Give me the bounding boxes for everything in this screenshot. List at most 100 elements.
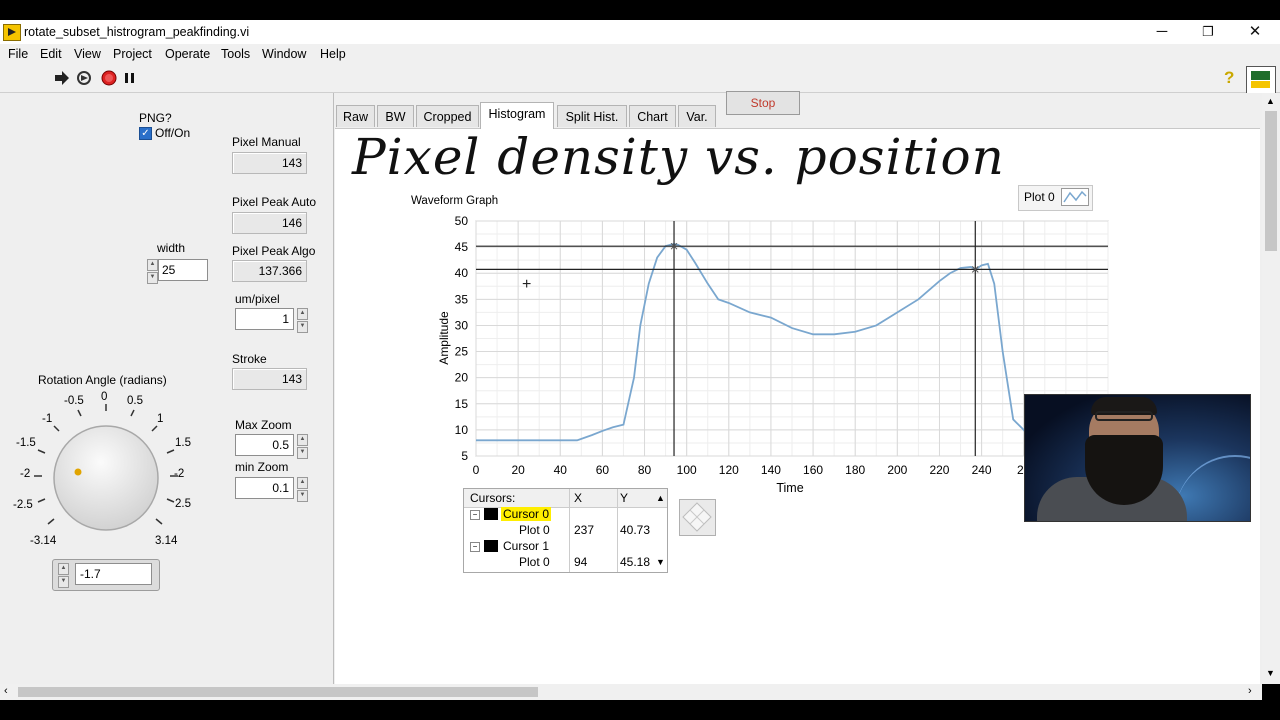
tab-bw[interactable]: BW (377, 105, 414, 127)
png-label: PNG? (139, 111, 172, 125)
scroll-right-icon[interactable]: › (1248, 685, 1252, 697)
x-tick-label: 40 (554, 463, 568, 477)
close-button[interactable]: ✕ (1232, 21, 1278, 43)
y-tick-label: 45 (455, 240, 469, 254)
title-bar: rotate_subset_histrogram_peakfinding.vi … (0, 20, 1280, 44)
menu-help[interactable]: Help (320, 47, 346, 61)
dial-tick-label: 0 (101, 391, 108, 403)
x-tick-label: 200 (887, 463, 907, 477)
min-zoom-stepper[interactable]: ▲ ▼ (297, 477, 308, 502)
vi-connector-icon[interactable] (1246, 66, 1276, 94)
cursor-0-y: 40.73 (620, 523, 651, 537)
context-help-icon[interactable]: ? (1224, 68, 1234, 88)
waveform-graph[interactable]: 0204060801001201401601802002202402651015… (430, 212, 1120, 502)
rotation-value-input[interactable]: -1.7 (75, 563, 152, 585)
y-tick-label: 25 (455, 345, 469, 359)
scroll-down-icon[interactable]: ▼ (1266, 668, 1275, 678)
cursor-col-y: Y (620, 491, 629, 505)
width-stepper[interactable]: ▲ ▼ (147, 259, 158, 284)
um-pixel-stepper[interactable]: ▲ ▼ (297, 308, 308, 333)
tab-histogram[interactable]: Histogram (480, 102, 554, 129)
plot-legend[interactable]: Plot 0 (1018, 185, 1093, 211)
scroll-up-icon[interactable]: ▲ (1266, 96, 1275, 106)
vertical-scrollbar[interactable]: ▲ ▼ (1262, 93, 1280, 684)
x-tick-label: 120 (719, 463, 739, 477)
window-title: rotate_subset_histrogram_peakfinding.vi (24, 25, 250, 39)
run-arrow-icon[interactable] (54, 70, 70, 86)
rotation-stepper[interactable]: ▲ ▼ (58, 563, 69, 588)
tab-chart[interactable]: Chart (629, 105, 676, 127)
um-pixel-input[interactable]: 1 (235, 308, 294, 330)
cursor-1-plot: Plot 0 (519, 555, 550, 569)
menu-window[interactable]: Window (262, 47, 306, 61)
pixel-manual-label: Pixel Manual (232, 135, 301, 149)
max-zoom-input[interactable]: 0.5 (235, 434, 294, 456)
x-tick-label: 160 (803, 463, 823, 477)
cursor-0-name[interactable]: Cursor 0 (501, 507, 552, 521)
horizontal-scroll-thumb[interactable] (18, 687, 538, 697)
menu-project[interactable]: Project (113, 47, 152, 61)
x-tick-label: 0 (473, 463, 480, 477)
cursor-0-plot: Plot 0 (519, 523, 550, 537)
dial-needle-dot (74, 468, 82, 476)
menu-file[interactable]: File (8, 47, 28, 61)
y-tick-label: 50 (455, 214, 469, 228)
dial-tick-label: -3.14 (30, 535, 57, 547)
pause-icon[interactable] (123, 70, 137, 86)
chevron-down-icon[interactable]: ▼ (656, 557, 665, 567)
letterbox-bottom (0, 700, 1280, 720)
menu-operate[interactable]: Operate (165, 47, 210, 61)
cursor-1-name[interactable]: Cursor 1 (503, 539, 549, 553)
max-zoom-stepper[interactable]: ▲ ▼ (297, 434, 308, 459)
dial-tick-label: -2.5 (13, 499, 33, 511)
webcam-overlay (1024, 394, 1251, 522)
png-checkbox[interactable]: ✓ (139, 127, 152, 140)
horizontal-scrollbar[interactable]: ‹ › (0, 684, 1262, 700)
labview-vi-icon (3, 24, 21, 41)
tab-raw[interactable]: Raw (336, 105, 375, 127)
tab-var[interactable]: Var. (678, 105, 716, 127)
stop-button[interactable]: Stop (726, 91, 800, 115)
cursor-1-color[interactable] (484, 540, 498, 552)
menu-view[interactable]: View (74, 47, 101, 61)
pixel-peak-auto-label: Pixel Peak Auto (232, 195, 317, 209)
y-tick-label: 40 (455, 266, 469, 280)
rotation-angle-label: Rotation Angle (radians) (38, 373, 167, 387)
dial-tick-label: -2 (20, 468, 31, 480)
x-tick-label: 20 (511, 463, 525, 477)
chevron-up-icon[interactable]: ▲ (656, 493, 665, 503)
tab-split-hist[interactable]: Split Hist. (557, 105, 627, 127)
restore-button[interactable]: ❐ (1185, 21, 1231, 43)
cursor-move-pad[interactable] (679, 499, 716, 536)
cursor-0-color[interactable] (484, 508, 498, 520)
stroke-indicator: 143 (232, 368, 307, 390)
dial-tick-label: -1 (42, 413, 53, 425)
width-input[interactable]: 25 (158, 259, 208, 281)
cursor-legend[interactable]: Cursors: X Y ▲ ▼ − Cursor 0 Plot 0 237 4… (463, 488, 668, 573)
legend-line-icon (1061, 188, 1089, 206)
minimize-button[interactable]: ─ (1139, 21, 1185, 43)
min-zoom-input[interactable]: 0.1 (235, 477, 294, 499)
y-tick-label: 10 (455, 423, 469, 437)
um-pixel-label: um/pixel (235, 292, 280, 306)
y-axis-label: Amplitude (437, 311, 451, 365)
rotation-dial[interactable] (0, 388, 220, 558)
legend-plot-name: Plot 0 (1024, 190, 1055, 204)
tab-cropped[interactable]: Cropped (416, 105, 479, 127)
dial-tick-label: 1.5 (175, 437, 191, 449)
vertical-scroll-thumb[interactable] (1265, 111, 1277, 251)
menu-tools[interactable]: Tools (221, 47, 250, 61)
collapse-icon[interactable]: − (470, 542, 480, 552)
x-tick-label: 180 (845, 463, 865, 477)
stop-sign-icon[interactable] (101, 70, 117, 86)
waveform-graph-label: Waveform Graph (411, 195, 499, 207)
menu-edit[interactable]: Edit (40, 47, 62, 61)
x-tick-label: 80 (638, 463, 652, 477)
collapse-icon[interactable]: − (470, 510, 480, 520)
y-tick-label: 35 (455, 292, 469, 306)
scroll-left-icon[interactable]: ‹ (4, 685, 8, 697)
cursor-1-x: 94 (574, 555, 588, 569)
x-axis-label: Time (776, 481, 803, 495)
crosshair-cursor-icon: + (522, 276, 532, 293)
run-continuously-icon[interactable] (76, 70, 92, 86)
